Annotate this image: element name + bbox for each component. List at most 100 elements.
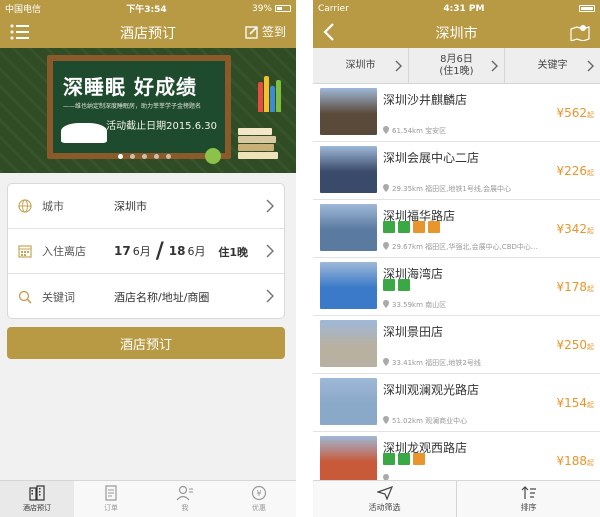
hotel-list-item[interactable]: 深圳景田店 33.41km 福田区,地铁2号线 ¥250起 bbox=[313, 316, 600, 374]
hotel-price: ¥226起 bbox=[556, 164, 594, 178]
location-pin-icon bbox=[383, 416, 389, 424]
hotel-thumbnail bbox=[320, 146, 377, 193]
tab-label: 优惠 bbox=[252, 504, 266, 512]
price-unit: 起 bbox=[587, 401, 594, 409]
date-filter[interactable]: 8月6日 (住1晚) bbox=[409, 48, 505, 83]
globe-icon bbox=[18, 199, 32, 213]
open-book-image bbox=[61, 123, 107, 143]
price-unit: 起 bbox=[587, 343, 594, 351]
right-phone: Carrier 4:31 PM 深圳市 深圳市 8月6日 (住1晚) 关键字 深… bbox=[313, 0, 600, 517]
hotel-list-item[interactable]: 深圳福华路店 29.67km 福田区,华强北,会展中心,CBD中心... ¥342起 bbox=[313, 200, 600, 258]
checkout-month: 6月 bbox=[187, 245, 206, 258]
checkin-month: 6月 bbox=[132, 245, 151, 258]
page-title: 酒店预订 bbox=[120, 25, 176, 42]
hotel-location-text: 29.35km 福田区,地铁1号线,会展中心 bbox=[392, 185, 512, 193]
date-range: 17 6月 / 18 6月 bbox=[114, 238, 206, 264]
activity-filter-button[interactable]: 活动筛选 bbox=[313, 481, 457, 517]
location-pin-icon bbox=[383, 358, 389, 366]
hotel-location-text: 61.54km 宝安区 bbox=[392, 127, 447, 135]
amenity-badge-icon bbox=[383, 279, 395, 291]
price-unit: 起 bbox=[587, 111, 594, 119]
bottom-bar: 活动筛选 排序 bbox=[313, 480, 600, 517]
hotel-list-item[interactable]: 深圳会展中心二店 29.35km 福田区,地铁1号线,会展中心 ¥226起 bbox=[313, 142, 600, 200]
city-row[interactable]: 城市 深圳市 bbox=[8, 184, 284, 229]
amenity-badges bbox=[383, 221, 440, 233]
nav-bar: 深圳市 bbox=[313, 17, 600, 48]
location-pin-icon bbox=[383, 300, 389, 308]
map-button[interactable] bbox=[570, 23, 590, 41]
hotel-list-item[interactable]: 深圳沙井麒麟店 61.54km 宝安区 ¥562起 bbox=[313, 84, 600, 142]
amenity-badge-icon bbox=[428, 221, 440, 233]
pencils-image bbox=[258, 76, 288, 116]
city-filter[interactable]: 深圳市 bbox=[313, 48, 409, 83]
city-filter-label: 深圳市 bbox=[345, 59, 376, 71]
sort-icon bbox=[521, 485, 536, 499]
hotel-price: ¥188起 bbox=[556, 454, 594, 468]
price-value: ¥226 bbox=[556, 164, 587, 178]
price-value: ¥154 bbox=[556, 396, 587, 410]
page-title: 深圳市 bbox=[435, 25, 478, 42]
hotel-thumbnail bbox=[320, 262, 377, 309]
hotel-list-item[interactable]: 深圳观澜观光路店 51.02km 观澜商业中心 ¥154起 bbox=[313, 374, 600, 432]
divider-gap bbox=[296, 0, 313, 517]
carousel-dots bbox=[118, 154, 171, 159]
battery-icon bbox=[274, 5, 291, 12]
checkin-button[interactable]: 签到 bbox=[245, 23, 286, 40]
carousel-dot[interactable] bbox=[142, 154, 147, 159]
battery-percent: 39% bbox=[251, 3, 272, 14]
carousel-dot[interactable] bbox=[118, 154, 123, 159]
banner-subline: ——维也纳定制深度睡眠房，助力莘莘学子金榜题名 bbox=[63, 103, 202, 110]
book-hotel-button[interactable]: 酒店预订 bbox=[7, 327, 285, 359]
chalkboard-image: 深睡眠 好成绩 ——维也纳定制深度睡眠房，助力莘莘学子金榜题名 活动截止日期20… bbox=[47, 55, 231, 159]
hotel-price: ¥250起 bbox=[556, 338, 594, 352]
date-line2: (住1晚) bbox=[439, 65, 474, 77]
tab-hotel-booking[interactable]: 酒店预订 bbox=[0, 481, 74, 517]
search-form: 城市 深圳市 入住离店 17 6月 / 18 6月 住1晚 关键词 酒店名称/地… bbox=[7, 183, 285, 319]
filter-bar: 深圳市 8月6日 (住1晚) 关键字 bbox=[313, 48, 600, 84]
time-text: 4:31 PM bbox=[443, 3, 485, 14]
keyword-row[interactable]: 关键词 酒店名称/地址/商圈 bbox=[8, 274, 284, 319]
sort-button[interactable]: 排序 bbox=[457, 481, 600, 517]
tab-orders[interactable]: 订单 bbox=[74, 481, 148, 517]
carousel-dot[interactable] bbox=[166, 154, 171, 159]
battery-icon bbox=[578, 5, 595, 12]
hotel-location: 33.41km 福田区,地铁2号线 bbox=[383, 358, 561, 368]
hotel-location-text: 51.02km 观澜商业中心 bbox=[392, 417, 468, 425]
carousel-dot[interactable] bbox=[130, 154, 135, 159]
hotel-location-text: 33.41km 福田区,地铁2号线 bbox=[392, 359, 481, 367]
hotel-location: 61.54km 宝安区 bbox=[383, 126, 561, 136]
status-bar: Carrier 4:31 PM bbox=[313, 0, 600, 17]
hotel-name: 深圳景田店 bbox=[383, 325, 444, 339]
menu-icon[interactable] bbox=[10, 23, 30, 45]
keyword-label: 关键词 bbox=[42, 290, 75, 304]
chevron-right-icon bbox=[266, 244, 274, 258]
price-value: ¥188 bbox=[556, 454, 587, 468]
carousel-dot[interactable] bbox=[154, 154, 159, 159]
hotel-location: 33.59km 南山区 bbox=[383, 300, 561, 310]
date-line1: 8月6日 bbox=[440, 53, 473, 65]
amenity-badge-icon bbox=[398, 279, 410, 291]
banner-headline: 深睡眠 好成绩 bbox=[63, 75, 197, 99]
tab-discounts[interactable]: ¥ 优惠 bbox=[222, 481, 296, 517]
tab-me[interactable]: 我 bbox=[148, 481, 222, 517]
hotel-price: ¥178起 bbox=[556, 280, 594, 294]
hotel-location: 29.35km 福田区,地铁1号线,会展中心 bbox=[383, 184, 561, 194]
keyword-input[interactable]: 酒店名称/地址/商圈 bbox=[114, 289, 284, 305]
checkin-label: 签到 bbox=[261, 25, 286, 39]
hotel-icon bbox=[29, 485, 45, 501]
chevron-right-icon bbox=[266, 199, 274, 213]
calendar-icon bbox=[18, 245, 32, 258]
location-pin-icon bbox=[383, 184, 389, 192]
location-pin-icon bbox=[383, 126, 389, 134]
checkin-day: 17 bbox=[114, 244, 131, 258]
keyword-filter[interactable]: 关键字 bbox=[505, 48, 600, 83]
hotel-thumbnail bbox=[320, 378, 377, 425]
tab-label: 酒店预订 bbox=[23, 504, 51, 512]
svg-text:¥: ¥ bbox=[256, 489, 261, 498]
dates-row[interactable]: 入住离店 17 6月 / 18 6月 住1晚 bbox=[8, 229, 284, 274]
hotel-list-item[interactable]: 深圳海湾店 33.59km 南山区 ¥178起 bbox=[313, 258, 600, 316]
tab-label: 我 bbox=[181, 504, 189, 512]
search-icon bbox=[18, 290, 32, 304]
amenity-badge-icon bbox=[413, 221, 425, 233]
back-button[interactable] bbox=[323, 23, 335, 45]
